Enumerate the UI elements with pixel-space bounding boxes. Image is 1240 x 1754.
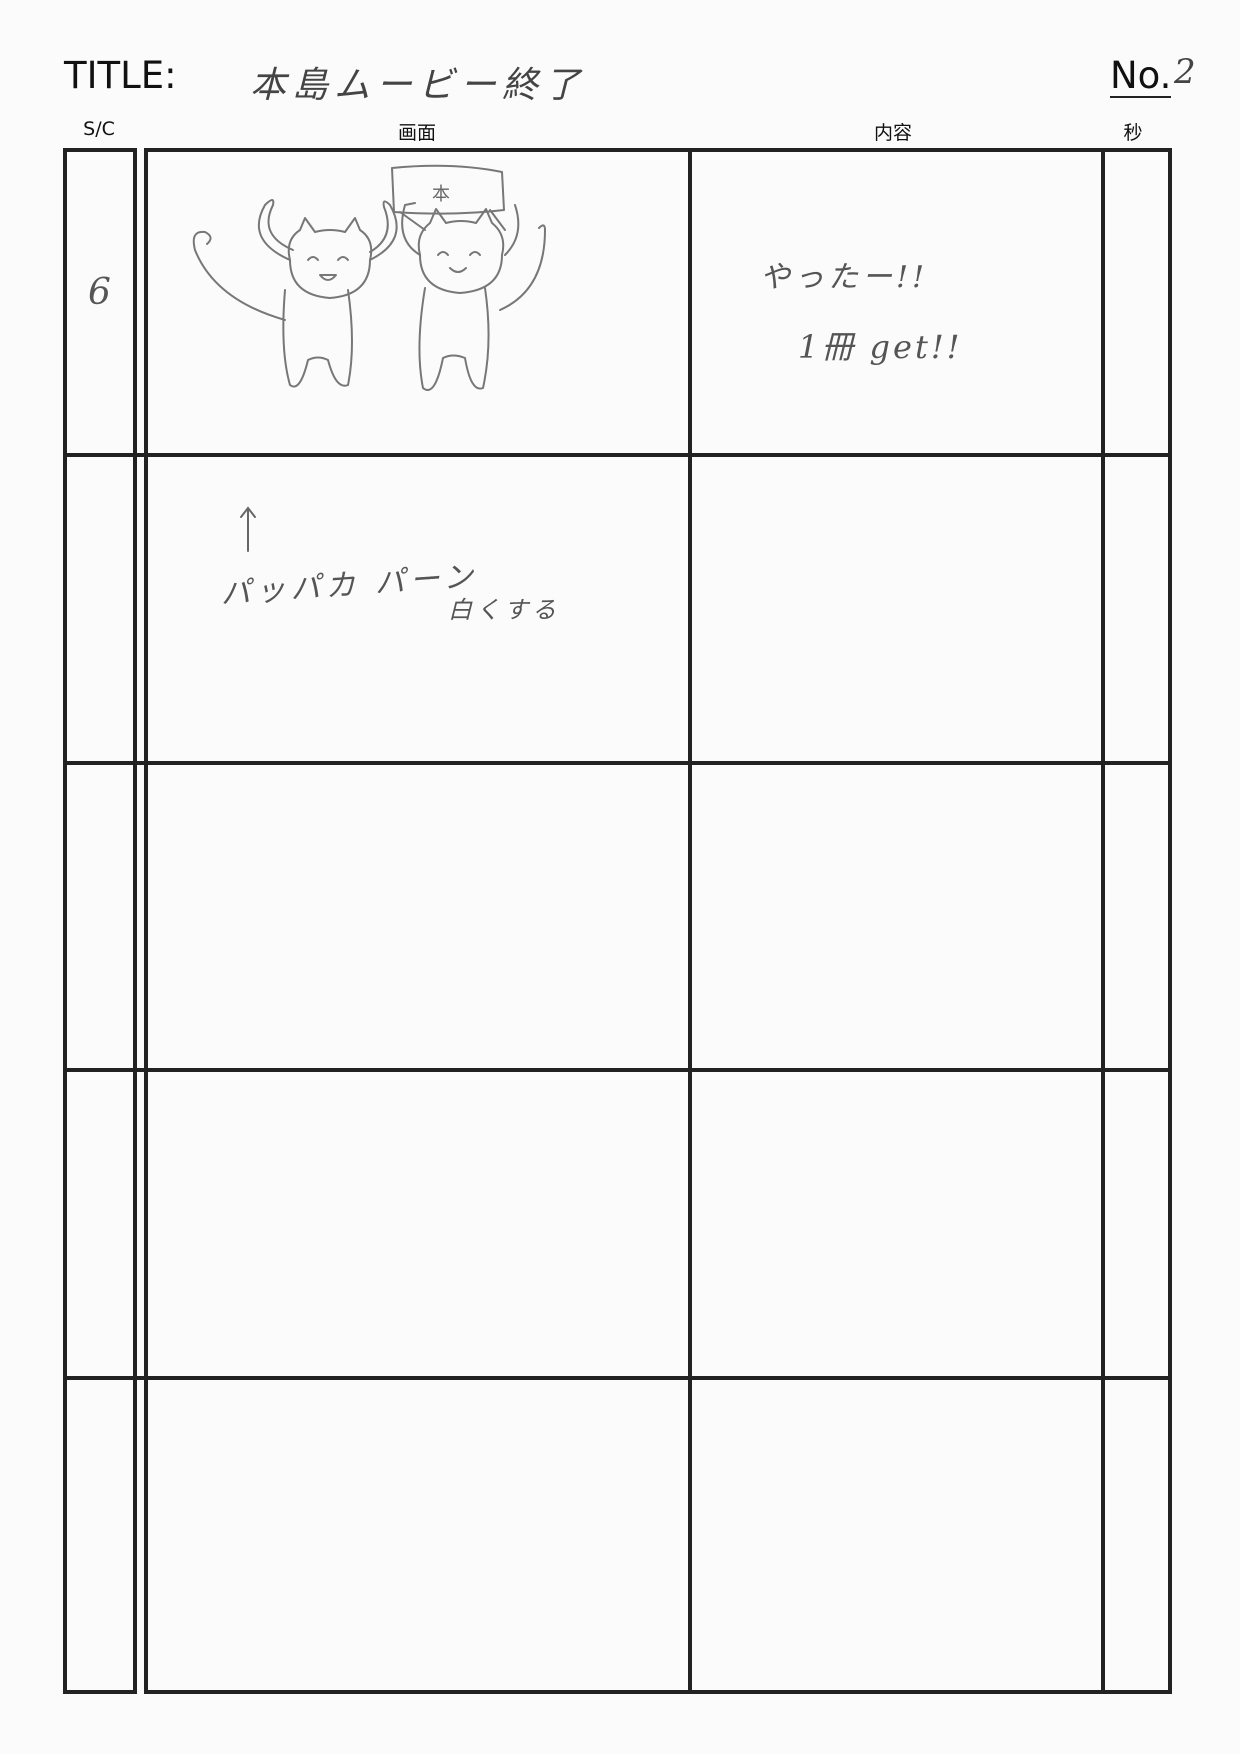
right-cat-tail: [499, 224, 546, 311]
right-cat-head: [417, 208, 505, 294]
sign-text: 本: [432, 184, 450, 205]
right-cat-arm-left: [401, 202, 421, 256]
cats-cheering-sketch: 本: [192, 164, 546, 391]
storyboard-page: TITLE: 本島ムービー終了 No. 2 S/C 画面 内容 秒 本 6 やっ…: [0, 0, 1240, 1754]
right-cat-arm-right: [504, 204, 520, 256]
left-cat-arm-right: [369, 200, 398, 261]
left-cat-head: [287, 217, 373, 299]
panel-1-content-line-1: やったー!!: [760, 260, 929, 295]
right-cat-face: [437, 251, 481, 273]
left-cat-face: [307, 256, 349, 281]
panel-2-screen-note-2: 白くする: [448, 596, 560, 624]
right-cat-body: [418, 287, 490, 391]
left-cat-tail: [192, 230, 286, 321]
panel-1-sc-number: 6: [88, 272, 111, 313]
sc-column-frame: [63, 148, 137, 1694]
panel-1-content-line-2: 1冊 get!!: [798, 328, 963, 366]
up-arrow-icon: [240, 506, 256, 552]
left-cat-body: [282, 289, 353, 388]
